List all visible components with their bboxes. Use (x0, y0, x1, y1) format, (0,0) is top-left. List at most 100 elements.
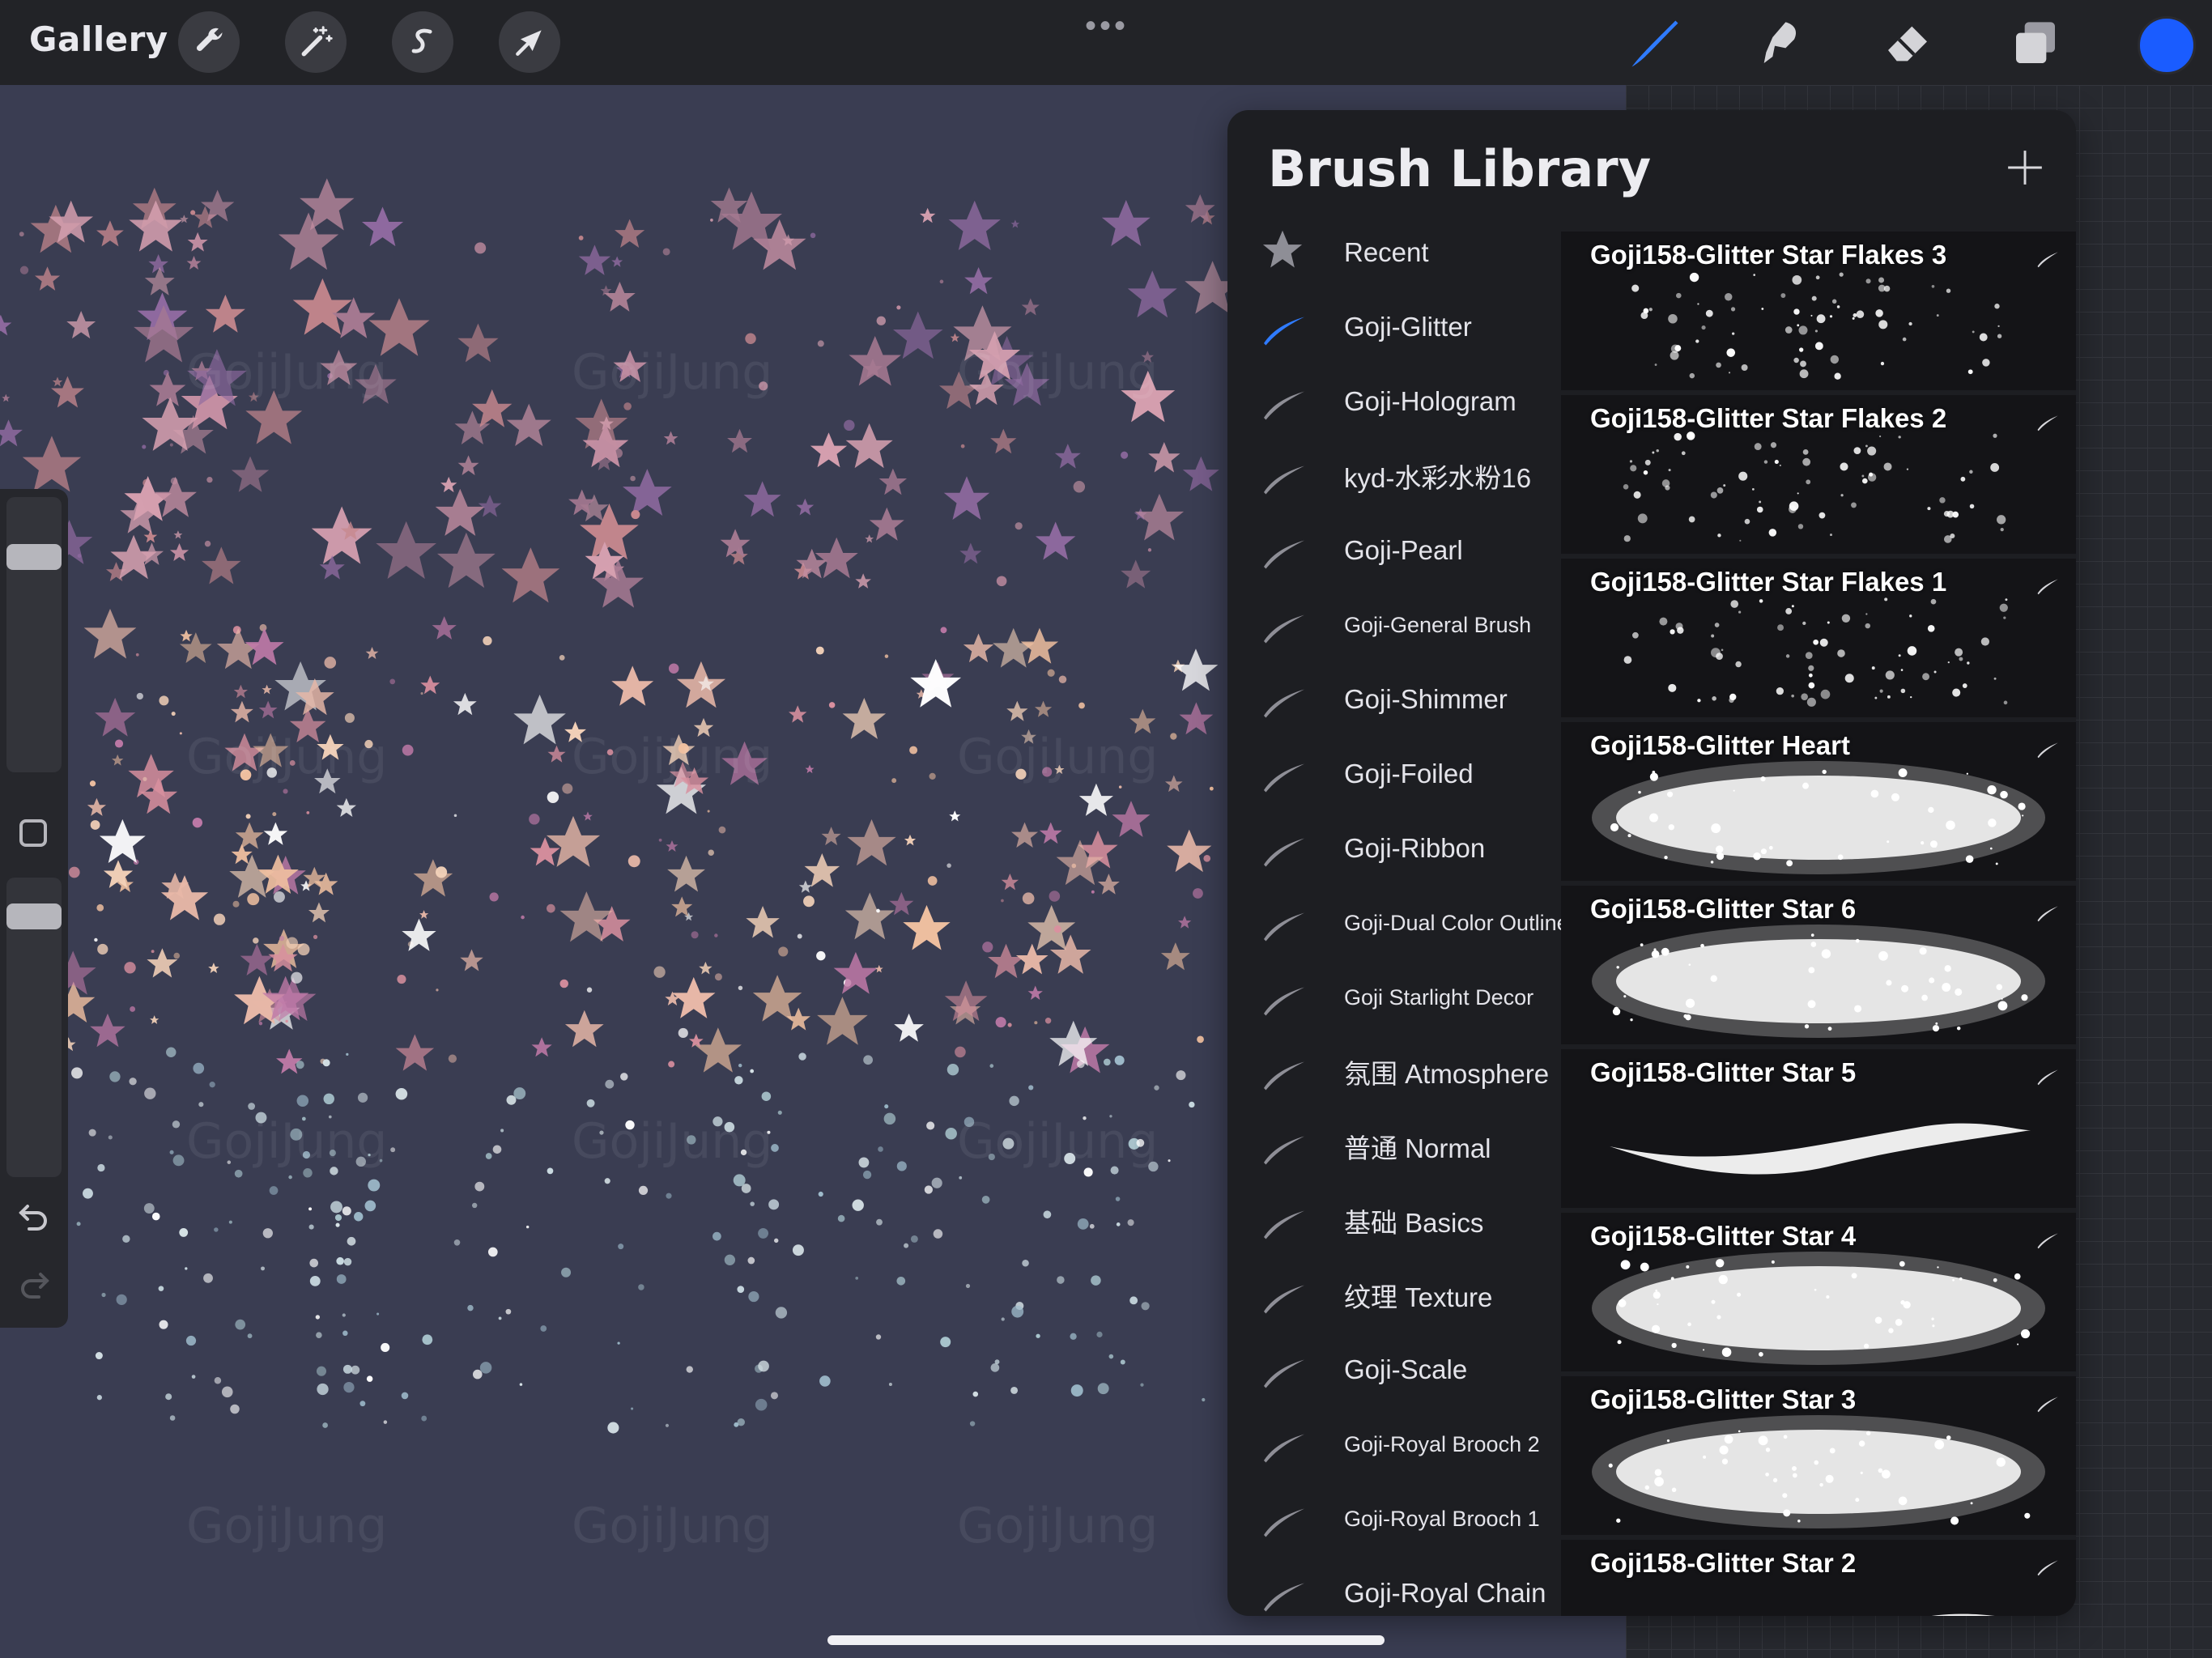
brush-item[interactable]: Goji158-Glitter Star Flakes 1 (1561, 559, 2076, 717)
glitter-dot (972, 1391, 979, 1397)
glitter-dot (547, 1167, 554, 1175)
more-options-button[interactable]: ••• (1085, 8, 1129, 45)
redo-button[interactable] (15, 1266, 53, 1305)
glitter-star (743, 481, 781, 517)
glitter-dot (436, 866, 448, 878)
watermark: GojiJung (572, 1113, 773, 1170)
brush-stroke-icon (1260, 1346, 1308, 1394)
glitter-star (531, 1037, 552, 1057)
glitter-star (796, 498, 815, 516)
brush-set-item[interactable]: Goji-Royal Brooch 1 (1227, 1482, 1559, 1556)
brush-set-item[interactable]: Goji-General Brush (1227, 588, 1559, 662)
glitter-dot (1047, 669, 1055, 677)
brush-set-item[interactable]: Goji-Hologram (1227, 364, 1559, 439)
brush-set-item[interactable]: kyd-水彩水粉16 (1227, 439, 1559, 513)
undo-button[interactable] (15, 1198, 53, 1237)
brush-set-item[interactable]: 纹理 Texture (1227, 1258, 1559, 1333)
brush-set-item[interactable]: Goji-Glitter (1227, 290, 1559, 364)
brush-set-item[interactable]: 氛围 Atmosphere (1227, 1035, 1559, 1109)
glitter-star (810, 432, 848, 468)
brush-item[interactable]: Goji158-Glitter Star 5 (1561, 1049, 2076, 1208)
glitter-dot (1129, 1296, 1138, 1305)
brush-set-item[interactable]: Goji Starlight Decor (1227, 960, 1559, 1035)
glitter-star (847, 818, 896, 866)
glitter-dot (364, 1200, 376, 1212)
left-sidebar (0, 489, 68, 1328)
brush-set-item[interactable]: 基础 Basics (1227, 1184, 1559, 1258)
glitter-dot (969, 1421, 976, 1426)
glitter-dot (351, 1365, 360, 1375)
glitter-star (460, 949, 483, 971)
brush-size-slider-thumb[interactable] (6, 544, 62, 570)
gallery-button[interactable]: Gallery (29, 19, 168, 59)
brush-set-label: Goji-Hologram (1344, 386, 1516, 416)
selection-button[interactable] (392, 11, 453, 73)
glitter-dot (172, 1120, 181, 1129)
brush-set-item[interactable]: Goji-Pearl (1227, 513, 1559, 588)
brush-set-item[interactable]: Goji-Ribbon (1227, 811, 1559, 886)
brush-set-item[interactable]: 普通 Normal (1227, 1109, 1559, 1184)
glitter-dot (876, 1218, 883, 1226)
layers-button[interactable] (2003, 11, 2068, 76)
modify-button[interactable] (19, 819, 47, 847)
brush-set-item[interactable]: Goji-Royal Chain (1227, 1556, 1559, 1616)
eraser-tool-button[interactable] (1875, 11, 1940, 76)
glitter-dot (402, 744, 414, 756)
brush-set-item[interactable]: Goji-Dual Color Outline (1227, 886, 1569, 960)
glitter-star (311, 506, 372, 564)
brush-stroke-icon (1260, 377, 1308, 426)
brush-stroke-icon (2035, 1391, 2060, 1415)
transform-button[interactable] (499, 11, 560, 73)
glitter-star (1148, 442, 1180, 473)
glitter-dot (76, 1222, 81, 1226)
glitter-dot (1203, 854, 1211, 862)
top-toolbar: Gallery ••• (0, 0, 2212, 85)
glitter-dot (884, 654, 889, 658)
brush-set-item[interactable]: Goji-Scale (1227, 1333, 1559, 1407)
glitter-dot (714, 933, 718, 937)
brush-size-slider[interactable] (6, 497, 62, 772)
glitter-dot (191, 1375, 196, 1379)
glitter-dot (206, 476, 213, 483)
glitter-dot (775, 1307, 788, 1319)
brush-item[interactable]: Goji158-Glitter Star Flakes 2 (1561, 395, 2076, 554)
brush-item[interactable]: Goji158-Glitter Star Flakes 3 (1561, 232, 2076, 390)
brush-set-item[interactable]: Recent (1227, 215, 1559, 290)
glitter-dot (965, 1283, 971, 1289)
brush-set-item[interactable]: Goji-Royal Brooch 2 (1227, 1407, 1559, 1482)
brush-set-item[interactable]: Goji-Shimmer (1227, 662, 1559, 737)
glitter-star (1182, 456, 1219, 491)
brush-stroke-icon (2035, 1064, 2060, 1088)
brush-item[interactable]: Goji158-Glitter Heart (1561, 722, 2076, 881)
glitter-star (1112, 801, 1151, 837)
adjustments-button[interactable] (285, 11, 347, 73)
brush-set-label: Goji-Pearl (1344, 535, 1463, 565)
glitter-dot (313, 934, 318, 939)
smudge-tool-button[interactable] (1749, 11, 1814, 76)
glitter-dot (336, 1256, 344, 1265)
paint-tool-button[interactable] (1623, 11, 1687, 76)
glitter-star (180, 629, 193, 642)
glitter-star (1167, 829, 1212, 873)
glitter-dot (803, 895, 815, 908)
glitter-star (959, 542, 982, 564)
glitter-dot (810, 232, 816, 239)
eraser-icon (1888, 26, 1927, 62)
glitter-star (615, 219, 645, 249)
glitter-dot (529, 814, 540, 825)
brush-item[interactable]: Goji158-Glitter Star 3 (1561, 1376, 2076, 1535)
glitter-dot (248, 1103, 256, 1110)
brush-set-item[interactable]: Goji-Foiled (1227, 737, 1559, 811)
glitter-star (208, 963, 219, 974)
glitter-star (993, 627, 1035, 668)
opacity-slider-thumb[interactable] (6, 903, 62, 929)
glitter-dot (286, 937, 298, 950)
actions-button[interactable] (178, 11, 240, 73)
brush-item[interactable]: Goji158-Glitter Star 2 (1561, 1540, 2076, 1616)
brush-item[interactable]: Goji158-Glitter Star 4 (1561, 1213, 2076, 1371)
color-picker-button[interactable] (2138, 16, 2196, 74)
brush-item[interactable]: Goji158-Glitter Star 6 (1561, 886, 2076, 1044)
glitter-dot (1034, 1021, 1038, 1025)
add-brush-set-button[interactable] (2005, 147, 2045, 188)
glitter-dot (513, 1087, 526, 1100)
